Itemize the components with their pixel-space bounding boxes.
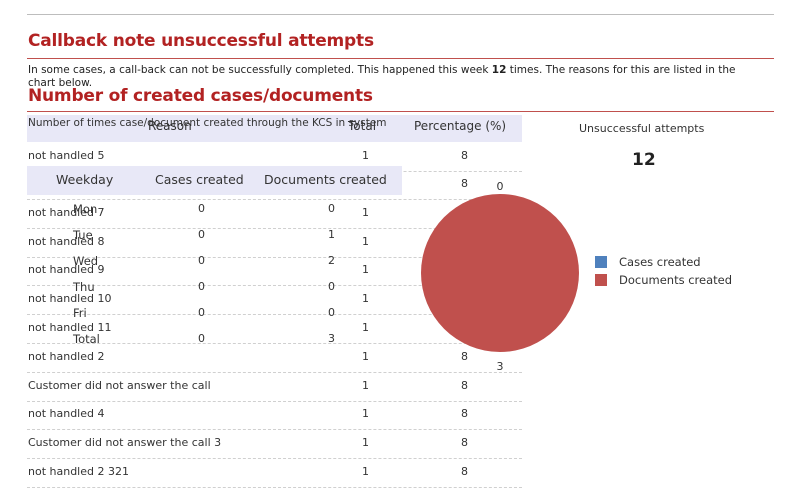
reason-cell: Customer did not answer the call bbox=[28, 379, 211, 392]
reason-cell: not handled 5 bbox=[28, 149, 105, 162]
legend-label: Documents created bbox=[619, 273, 733, 287]
table-row: Mon 0 0 bbox=[27, 202, 402, 222]
reason-cell: Customer did not answer the call 3 bbox=[28, 436, 222, 449]
documents-cell: 1 bbox=[328, 228, 335, 241]
legend-swatch bbox=[595, 274, 607, 286]
cases-cell: 0 bbox=[198, 202, 205, 215]
row-divider bbox=[27, 429, 522, 430]
total-cell: 1 bbox=[362, 436, 369, 449]
table-row: Thu 0 0 bbox=[27, 280, 402, 300]
documents-column-header: Documents created bbox=[264, 172, 387, 187]
row-divider bbox=[27, 487, 522, 488]
pie-slice-documents-created bbox=[421, 194, 579, 352]
table-row: not handled 4 1 8 bbox=[27, 407, 522, 435]
weekday-cell: Mon bbox=[73, 202, 98, 216]
documents-section-title: Number of created cases/documents bbox=[28, 86, 373, 106]
documents-cell: 2 bbox=[328, 254, 335, 267]
table-row: Customer did not answer the call 3 1 8 bbox=[27, 436, 522, 464]
legend-label: Cases created bbox=[619, 255, 701, 269]
row-divider bbox=[27, 458, 522, 459]
top-divider bbox=[27, 14, 774, 15]
table-row: not handled 2 321 1 8 bbox=[27, 465, 522, 493]
legend-item: Cases created bbox=[595, 255, 755, 270]
weekday-column-header: Weekday bbox=[56, 172, 114, 187]
documents-cell: 3 bbox=[328, 332, 335, 345]
table-row: Tue 0 1 bbox=[27, 228, 402, 248]
percentage-cell: 8 bbox=[461, 379, 468, 392]
cases-cell: 0 bbox=[198, 306, 205, 319]
percentage-cell: 8 bbox=[461, 149, 468, 162]
weekday-cell: Tue bbox=[73, 228, 93, 242]
row-divider bbox=[27, 401, 522, 402]
pie-data-label: 0 bbox=[497, 180, 504, 193]
cases-column-header: Cases created bbox=[155, 172, 244, 187]
cases-cell: 0 bbox=[198, 332, 205, 345]
legend-swatch bbox=[595, 256, 607, 268]
reason-cell: not handled 4 bbox=[28, 407, 105, 420]
reason-cell: not handled 2 321 bbox=[28, 465, 129, 478]
callback-title-underline bbox=[27, 58, 774, 59]
cases-cell: 0 bbox=[198, 254, 205, 267]
cases-documents-pie-chart: 03 bbox=[421, 180, 579, 370]
total-cell: 1 bbox=[362, 149, 369, 162]
weekday-cell: Total bbox=[73, 332, 100, 346]
row-divider bbox=[27, 372, 522, 373]
percentage-cell: 8 bbox=[461, 465, 468, 478]
documents-subtitle: Number of times case/document created th… bbox=[28, 117, 387, 129]
total-cell: 1 bbox=[362, 379, 369, 392]
percentage-cell: 8 bbox=[461, 436, 468, 449]
percentage-column-header: Percentage (%) bbox=[414, 119, 507, 133]
documents-cell: 0 bbox=[328, 202, 335, 215]
documents-title-underline bbox=[27, 111, 774, 112]
unsuccessful-attempts-label: Unsuccessful attempts bbox=[579, 122, 705, 135]
weekday-cell: Wed bbox=[73, 254, 99, 268]
table-row: Wed 0 2 bbox=[27, 254, 402, 274]
documents-cell: 0 bbox=[328, 306, 335, 319]
unsuccessful-attempts-count: 12 bbox=[632, 150, 656, 170]
cases-cell: 0 bbox=[198, 228, 205, 241]
documents-cell: 0 bbox=[328, 280, 335, 293]
callback-intro-count: 12 bbox=[491, 64, 507, 76]
table-row: Total 0 3 bbox=[27, 332, 402, 352]
table-row: Fri 0 0 bbox=[27, 306, 402, 326]
callback-section-title: Callback note unsuccessful attempts bbox=[28, 31, 374, 51]
total-cell: 1 bbox=[362, 407, 369, 420]
total-cell: 1 bbox=[362, 465, 369, 478]
pie-data-label: 3 bbox=[497, 360, 504, 370]
table-row: Customer did not answer the call 1 8 bbox=[27, 379, 522, 407]
weekday-cell: Fri bbox=[73, 306, 87, 320]
weekday-cell: Thu bbox=[73, 280, 95, 294]
percentage-cell: 8 bbox=[461, 407, 468, 420]
cases-cell: 0 bbox=[198, 280, 205, 293]
legend-item: Documents created bbox=[595, 273, 755, 288]
